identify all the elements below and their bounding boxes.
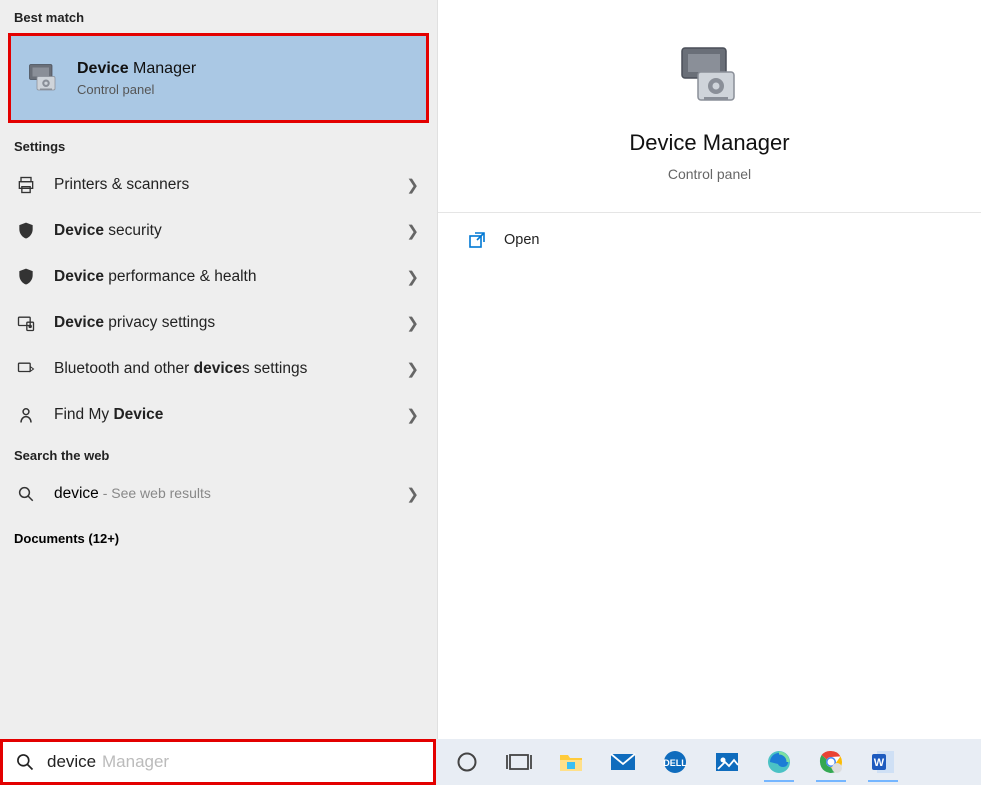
chevron-right-icon: ❯ xyxy=(406,360,419,378)
chevron-right-icon: ❯ xyxy=(406,268,419,286)
bluetooth-icon xyxy=(14,357,38,381)
detail-pane: Device Manager Control panel Open xyxy=(438,0,981,739)
taskview-icon[interactable] xyxy=(498,742,540,782)
setting-item-1[interactable]: Device security❯ xyxy=(0,208,437,254)
setting-label: Printers & scanners xyxy=(54,176,406,194)
setting-item-5[interactable]: Find My Device❯ xyxy=(0,392,437,438)
setting-label: Device performance & health xyxy=(54,268,406,286)
chrome-icon[interactable] xyxy=(810,742,852,782)
setting-item-2[interactable]: Device performance & health❯ xyxy=(0,254,437,300)
device-manager-icon xyxy=(25,60,61,96)
documents-header: Documents (12+) xyxy=(0,517,437,560)
settings-header: Settings xyxy=(0,129,437,162)
open-label: Open xyxy=(504,232,539,248)
photos-icon[interactable] xyxy=(706,742,748,782)
shield-icon xyxy=(14,219,38,243)
shield-icon xyxy=(14,265,38,289)
edge-icon[interactable] xyxy=(758,742,800,782)
web-header: Search the web xyxy=(0,438,437,471)
device-manager-icon-large xyxy=(674,40,746,112)
setting-item-3[interactable]: Device privacy settings❯ xyxy=(0,300,437,346)
setting-label: Bluetooth and other devices settings xyxy=(54,360,406,378)
setting-item-0[interactable]: Printers & scanners❯ xyxy=(0,162,437,208)
detail-title: Device Manager xyxy=(629,130,789,156)
file-explorer-icon[interactable] xyxy=(550,742,592,782)
taskbar: DELL W xyxy=(436,739,981,785)
best-match-title: Device Manager xyxy=(77,60,416,78)
open-action[interactable]: Open xyxy=(438,213,981,267)
search-input[interactable] xyxy=(47,752,421,772)
privacy-icon xyxy=(14,311,38,335)
chevron-right-icon: ❯ xyxy=(406,485,419,503)
setting-label: Device security xyxy=(54,222,406,240)
dell-icon[interactable]: DELL xyxy=(654,742,696,782)
find-icon xyxy=(14,403,38,427)
best-match-subtitle: Control panel xyxy=(77,82,416,97)
chevron-right-icon: ❯ xyxy=(406,222,419,240)
web-result-label: device - See web results xyxy=(54,485,406,503)
svg-text:W: W xyxy=(874,757,885,769)
chevron-right-icon: ❯ xyxy=(406,176,419,194)
printer-icon xyxy=(14,173,38,197)
search-bar[interactable]: Manager xyxy=(0,739,436,785)
word-icon[interactable]: W xyxy=(862,742,904,782)
chevron-right-icon: ❯ xyxy=(406,406,419,424)
search-results-pane: Best match Device Manager Control panel … xyxy=(0,0,438,739)
search-icon xyxy=(15,752,35,772)
cortana-icon[interactable] xyxy=(446,742,488,782)
setting-label: Device privacy settings xyxy=(54,314,406,332)
web-result[interactable]: device - See web results ❯ xyxy=(0,471,437,517)
setting-item-4[interactable]: Bluetooth and other devices settings❯ xyxy=(0,346,437,392)
detail-subtitle: Control panel xyxy=(668,166,751,182)
best-match-result[interactable]: Device Manager Control panel xyxy=(8,33,429,123)
chevron-right-icon: ❯ xyxy=(406,314,419,332)
best-match-header: Best match xyxy=(0,0,437,33)
setting-label: Find My Device xyxy=(54,406,406,424)
svg-text:DELL: DELL xyxy=(663,758,687,768)
open-icon xyxy=(468,231,486,249)
search-icon xyxy=(14,482,38,506)
mail-icon[interactable] xyxy=(602,742,644,782)
